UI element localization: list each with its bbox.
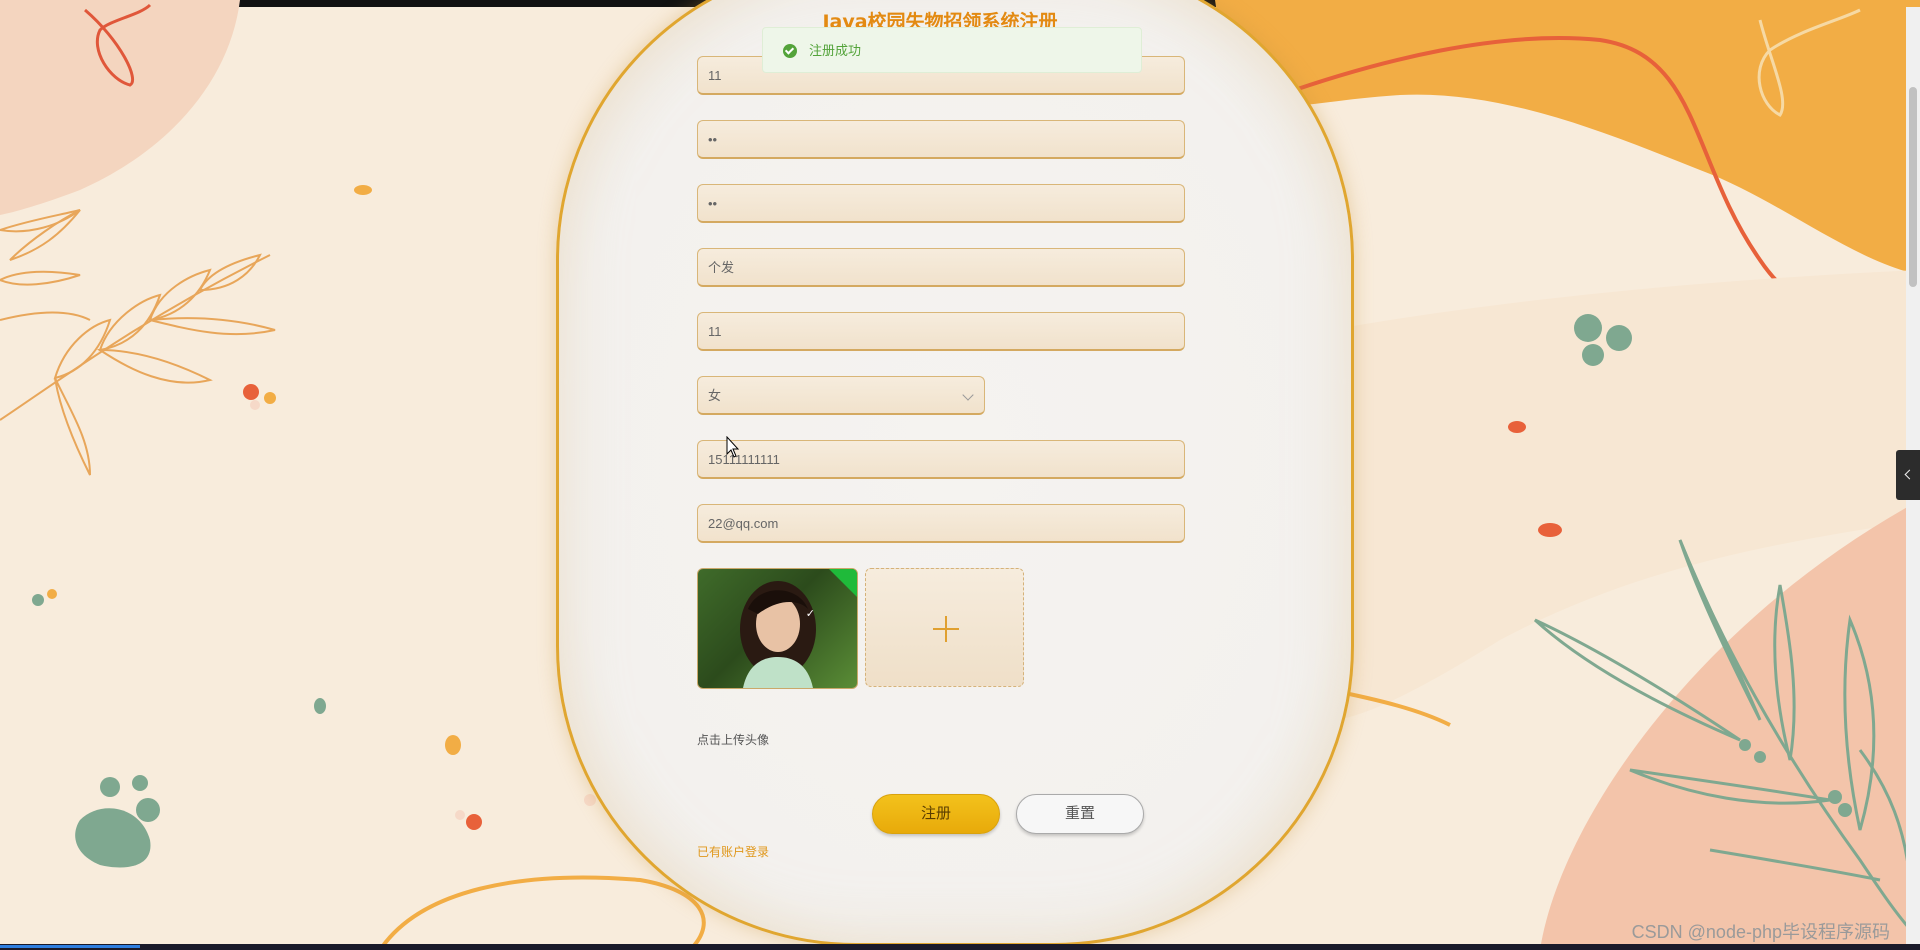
scrollbar-thumb[interactable] [1909, 87, 1917, 287]
register-button[interactable]: 注册 [872, 794, 1000, 834]
check-icon: ✓ [805, 607, 815, 620]
gender-select[interactable]: 女 [697, 376, 985, 415]
password-field[interactable]: •• [697, 120, 1185, 159]
age-field[interactable]: 11 [697, 312, 1185, 351]
toast-message: 注册成功 [809, 43, 862, 58]
avatar-upload-button[interactable] [865, 568, 1024, 687]
success-check-icon [783, 44, 797, 58]
mouse-cursor-icon [726, 436, 740, 458]
avatar-preview[interactable]: ✓ [697, 568, 858, 689]
window-bottom-bar [0, 944, 1920, 950]
uploaded-corner-badge [829, 569, 857, 597]
reset-button[interactable]: 重置 [1016, 794, 1144, 834]
side-collapse-tab[interactable] [1896, 450, 1920, 500]
gender-select-value: 女 [708, 388, 722, 403]
email-field[interactable]: 22@qq.com [697, 504, 1185, 543]
loading-progress [0, 945, 140, 948]
success-toast: 注册成功 [762, 27, 1142, 73]
login-link[interactable]: 已有账户登录 [697, 843, 769, 860]
phone-field[interactable]: 15111111111 [697, 440, 1185, 479]
collapse-arrow-icon [1904, 469, 1915, 480]
avatar-upload-hint: 点击上传头像 [697, 733, 770, 747]
name-field[interactable]: 个发 [697, 248, 1185, 287]
watermark: CSDN @node-php毕设程序源码 [1631, 922, 1890, 942]
confirm-password-field[interactable]: •• [697, 184, 1185, 223]
chevron-down-icon [962, 389, 974, 401]
